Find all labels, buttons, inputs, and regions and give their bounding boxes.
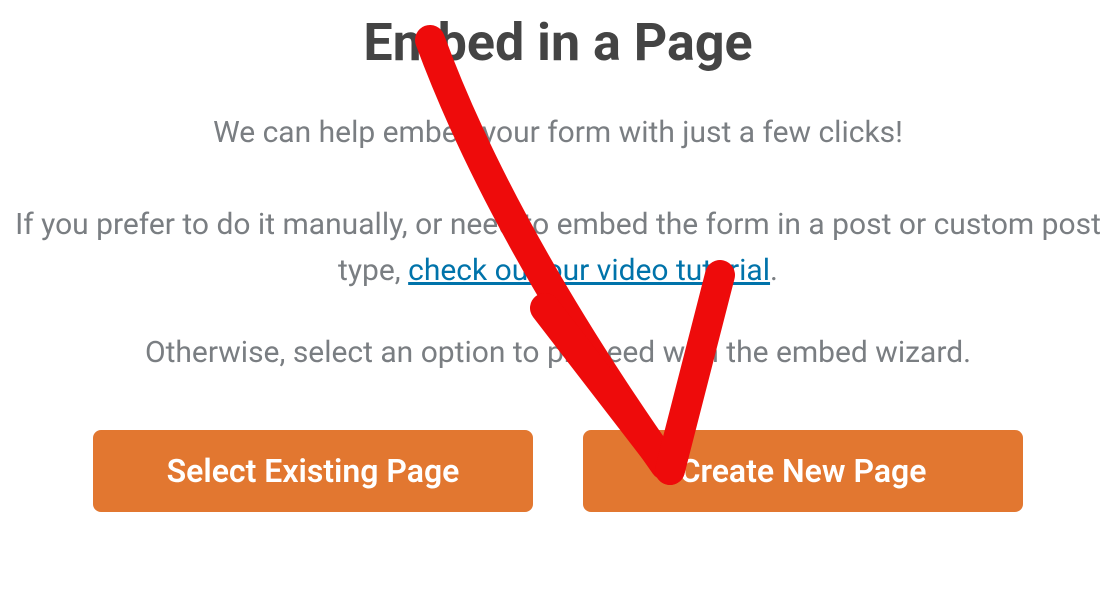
modal-description: If you prefer to do it manually, or need… bbox=[0, 202, 1116, 295]
button-row: Select Existing Page Create New Page bbox=[93, 430, 1023, 512]
modal-subtitle: We can help embed your form with just a … bbox=[213, 113, 903, 154]
create-new-page-button[interactable]: Create New Page bbox=[583, 430, 1023, 512]
video-tutorial-link[interactable]: check out our video tutorial bbox=[408, 253, 770, 288]
select-existing-page-button[interactable]: Select Existing Page bbox=[93, 430, 533, 512]
modal-instruction: Otherwise, select an option to proceed w… bbox=[145, 335, 971, 370]
description-text-after: . bbox=[770, 253, 778, 288]
modal-title: Embed in a Page bbox=[363, 12, 752, 73]
